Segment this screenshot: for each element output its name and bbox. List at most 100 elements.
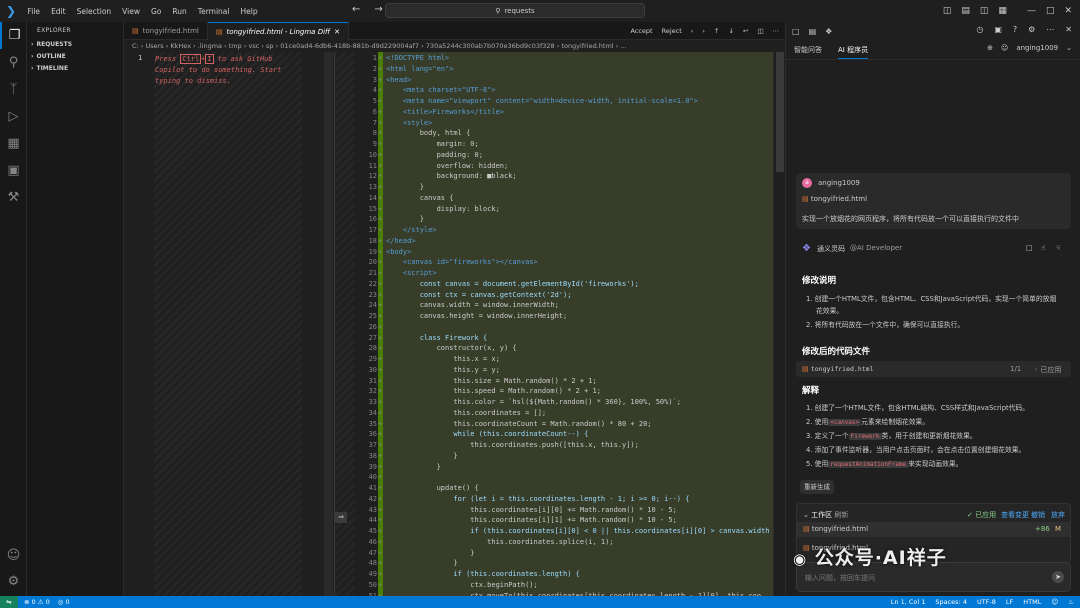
breadcrumb[interactable]: C: › Users › KkHex › .lingma › tmp › vsc… [124, 40, 785, 52]
customize-layout-icon[interactable]: ▦ [998, 6, 1007, 16]
run-debug-icon[interactable]: ▷ [0, 103, 27, 130]
code-line[interactable]: 25 + canvas.height = window.innerHeight; [355, 311, 775, 322]
problems-status[interactable]: ⊗ 0 ⚠ 0 [24, 598, 50, 606]
attached-file[interactable]: ▤ tongyifried.html [802, 195, 867, 203]
source-control-icon[interactable]: ᛉ [0, 76, 27, 103]
code-line[interactable]: 28 + constructor(x, y) { [355, 343, 775, 354]
account-icon[interactable]: ☺ [0, 542, 27, 569]
diff-editor[interactable]: 1 Press Ctrl + I to ask GitHub Copilot to … [124, 52, 785, 596]
code-line[interactable]: 37 + this.coordinates.push([this.x, this.… [355, 440, 775, 451]
add-session-icon[interactable]: ⊕ [987, 44, 993, 52]
layout-panel-icon[interactable]: ▤ [961, 6, 970, 16]
notifications-icon[interactable]: ♨ [1068, 598, 1074, 606]
section-timeline[interactable]: › TIMELINE [27, 62, 123, 74]
code-line[interactable]: 5 + <meta name="viewport" content="width=… [355, 96, 775, 107]
code-line[interactable]: 9 + margin: 0; [355, 139, 775, 150]
code-line[interactable]: 4 + <meta charset="UTF-8"> [355, 85, 775, 96]
tab-lingma-diff[interactable]: ▤ tongyifried.html - Lingma Diff ✕ [207, 22, 349, 40]
code-line[interactable]: 23 + const ctx = canvas.getContext('2d'); [355, 290, 775, 301]
code-line[interactable]: 41 + update() { [355, 483, 775, 494]
cursor-position[interactable]: Ln 1, Col 1 [891, 598, 926, 606]
maximize-icon[interactable]: □ [1046, 6, 1055, 16]
help-icon[interactable]: ? [1013, 25, 1017, 34]
code-line[interactable]: 38 + } [355, 451, 775, 462]
forward-icon[interactable]: → [374, 4, 382, 15]
history-icon[interactable]: ▤ [809, 27, 817, 36]
workspace-header[interactable]: ⌄ 工作区 刷新 [803, 510, 848, 520]
lingma-icon[interactable]: ❖ [825, 27, 832, 36]
tab-ai-developer[interactable]: AI 程序员 [838, 45, 869, 59]
modified-code[interactable]: 1 + <!DOCTYPE html> 2 + <html lang="en"> 3 + <he… [355, 53, 775, 596]
minimize-icon[interactable]: — [1027, 6, 1036, 16]
down-icon[interactable]: ↓ [728, 27, 733, 35]
code-line[interactable]: 33 + this.color = `hsl(${Math.random() * … [355, 397, 775, 408]
code-line[interactable]: 39 + } [355, 462, 775, 473]
original-scrollbar[interactable] [324, 52, 333, 596]
close-panel-icon[interactable]: ✕ [1065, 25, 1072, 34]
code-line[interactable]: 24 + canvas.width = window.innerWidth; [355, 300, 775, 311]
code-file-card[interactable]: ▤ tongyifried.html 1/1 ◦ 已应用 [796, 361, 1071, 377]
code-line[interactable]: 26 + [355, 322, 775, 333]
code-line[interactable]: 40 + [355, 472, 775, 483]
reject-button[interactable]: Reject [662, 27, 682, 35]
chat-icon[interactable]: □ [792, 27, 800, 36]
split-editor-icon[interactable]: ◫ [757, 27, 763, 35]
code-line[interactable]: 35 + this.coordinateCount = Math.random()… [355, 419, 775, 430]
code-line[interactable]: 48 + } [355, 558, 775, 569]
prev-change-icon[interactable]: ‹ [691, 27, 694, 35]
user-name[interactable]: anging1009 [1016, 44, 1058, 52]
view-changes-link[interactable]: 查看变更 [1001, 510, 1029, 520]
scroll-thumb[interactable] [776, 52, 784, 172]
code-line[interactable]: 32 + this.speed = Math.random() * 2 + 1; [355, 386, 775, 397]
menu-run[interactable]: Run [167, 7, 192, 16]
testing-icon[interactable]: ⚒ [0, 184, 27, 211]
code-line[interactable]: 27 + class Firework { [355, 333, 775, 344]
close-tab-icon[interactable]: ✕ [334, 28, 340, 36]
workspace-file-row[interactable]: ▤ tongyifried.html +86 M [797, 522, 1070, 537]
code-line[interactable]: 29 + this.x = x; [355, 354, 775, 365]
code-line[interactable]: 12 + background: ■black; [355, 171, 775, 182]
code-line[interactable]: 18 + </head> [355, 236, 775, 247]
code-line[interactable]: 46 + this.coordinates.splice(i, 1); [355, 537, 775, 548]
code-line[interactable]: 10 + padding: 0; [355, 150, 775, 161]
menu-help[interactable]: Help [235, 7, 263, 16]
code-line[interactable]: 47 + } [355, 548, 775, 559]
send-icon[interactable]: ➤ [1052, 571, 1064, 583]
code-line[interactable]: 1 + <!DOCTYPE html> [355, 53, 775, 64]
code-line[interactable]: 11 + overflow: hidden; [355, 161, 775, 172]
manage-gear-icon[interactable]: ⚙ [0, 568, 27, 595]
up-icon[interactable]: ↑ [714, 27, 719, 35]
menu-file[interactable]: File [22, 7, 46, 16]
history-clock-icon[interactable]: ◷ [976, 25, 983, 34]
accept-button[interactable]: Accept [630, 27, 652, 35]
revert-arrow-icon[interactable]: ⇒ [335, 512, 347, 523]
code-line[interactable]: 16 + } [355, 214, 775, 225]
code-line[interactable]: 42 + for (let i = this.coordinates.length… [355, 494, 775, 505]
menu-selection[interactable]: Selection [71, 7, 117, 16]
menu-terminal[interactable]: Terminal [192, 7, 235, 16]
code-line[interactable]: 34 + this.coordinates = []; [355, 408, 775, 419]
close-icon[interactable]: ✕ [1064, 6, 1072, 16]
command-center-search[interactable]: ⚲ requests [385, 3, 645, 18]
more-actions-icon[interactable]: ⋯ [773, 27, 780, 35]
line-ending[interactable]: LF [1006, 598, 1013, 606]
extensions-icon[interactable]: ▦ [0, 130, 27, 157]
menu-view[interactable]: View [117, 7, 146, 16]
code-line[interactable]: 15 + display: block; [355, 204, 775, 215]
workspace-refresh[interactable]: 刷新 [834, 511, 848, 519]
code-line[interactable]: 13 + } [355, 182, 775, 193]
docs-icon[interactable]: ▣ [994, 25, 1002, 34]
more-icon[interactable]: ⋯ [1046, 25, 1054, 34]
thumbs-up-icon[interactable]: ☝ [1041, 244, 1045, 252]
copy-icon[interactable]: □ [1026, 244, 1033, 252]
menu-go[interactable]: Go [145, 7, 166, 16]
code-line[interactable]: 17 + </style> [355, 225, 775, 236]
modified-scrollbar[interactable] [773, 52, 785, 596]
reject-link[interactable]: 放弃 [1051, 510, 1065, 520]
code-line[interactable]: 3 + <head> [355, 75, 775, 86]
language-mode[interactable]: HTML [1023, 598, 1041, 606]
next-change-icon[interactable]: › [702, 27, 705, 35]
menu-edit[interactable]: Edit [46, 7, 72, 16]
code-line[interactable]: 49 + if (this.coordinates.length) { [355, 569, 775, 580]
section-outline[interactable]: › OUTLINE [27, 50, 123, 62]
